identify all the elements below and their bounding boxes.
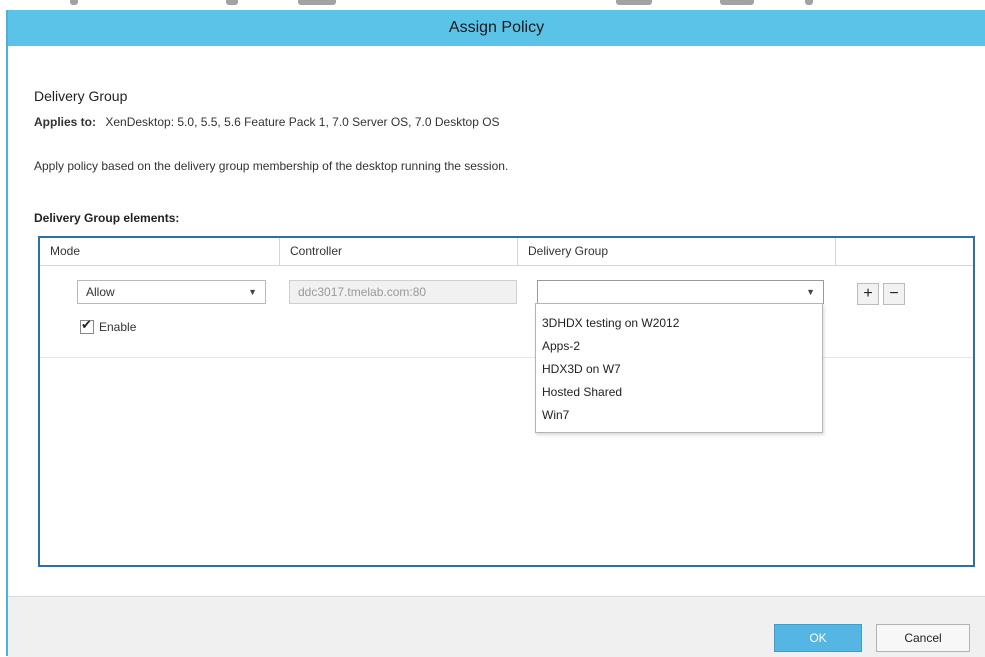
policy-description: Apply policy based on the delivery group… [34,159,509,173]
dialog-titlebar: Assign Policy [8,10,985,46]
grid-header: Mode Controller Delivery Group [40,238,973,266]
column-header-delivery-group[interactable]: Delivery Group [518,238,836,265]
cancel-button[interactable]: Cancel [876,624,970,652]
mode-select-value: Allow [86,285,115,299]
dropdown-option-apps-2[interactable]: Apps-2 [536,335,822,358]
dropdown-option-hosted-shared[interactable]: Hosted Shared [536,381,822,404]
dropdown-option-win7[interactable]: Win7 [536,404,822,427]
applies-to-line: Applies to: XenDesktop: 5.0, 5.5, 5.6 Fe… [34,115,500,129]
background-window-border [0,10,8,656]
remove-row-button[interactable]: − [883,283,905,305]
delivery-group-select[interactable]: ▼ [537,280,824,304]
enable-checkbox[interactable]: ✔ Enable [80,317,137,334]
background-window-edge [0,0,985,10]
dropdown-option-3dhdx-testing[interactable]: 3DHDX testing on W2012 [536,312,822,335]
dropdown-option-hdx3d-w7[interactable]: HDX3D on W7 [536,358,822,381]
mode-select[interactable]: Allow ▼ [77,280,266,304]
assign-policy-dialog: Assign Policy Delivery Group Applies to:… [8,10,985,657]
controller-input[interactable]: ddc3017.tmelab.com:80 [289,280,517,304]
column-header-mode[interactable]: Mode [40,238,280,265]
elements-label: Delivery Group elements: [34,211,180,225]
table-row: Allow ▼ ddc3017.tmelab.com:80 ▼ ✔ Enable… [40,265,973,358]
delivery-group-grid: Mode Controller Delivery Group Allow ▼ d… [38,236,975,567]
column-header-controller[interactable]: Controller [280,238,518,265]
applies-to-value: XenDesktop: 5.0, 5.5, 5.6 Feature Pack 1… [105,115,500,129]
checkmark-icon: ✔ [81,317,92,332]
ok-button[interactable]: OK [774,624,862,652]
section-heading: Delivery Group [34,88,128,104]
dialog-title: Assign Policy [448,19,545,36]
delivery-group-dropdown-list: 3DHDX testing on W2012 Apps-2 HDX3D on W… [535,303,823,433]
enable-label: Enable [99,320,137,334]
dialog-footer: OK Cancel [8,596,985,657]
add-row-button[interactable]: + [857,283,879,305]
checkbox-box[interactable]: ✔ [80,317,94,334]
chevron-down-icon: ▼ [806,287,815,297]
chevron-down-icon: ▼ [248,287,257,297]
applies-to-label: Applies to: [34,115,96,129]
